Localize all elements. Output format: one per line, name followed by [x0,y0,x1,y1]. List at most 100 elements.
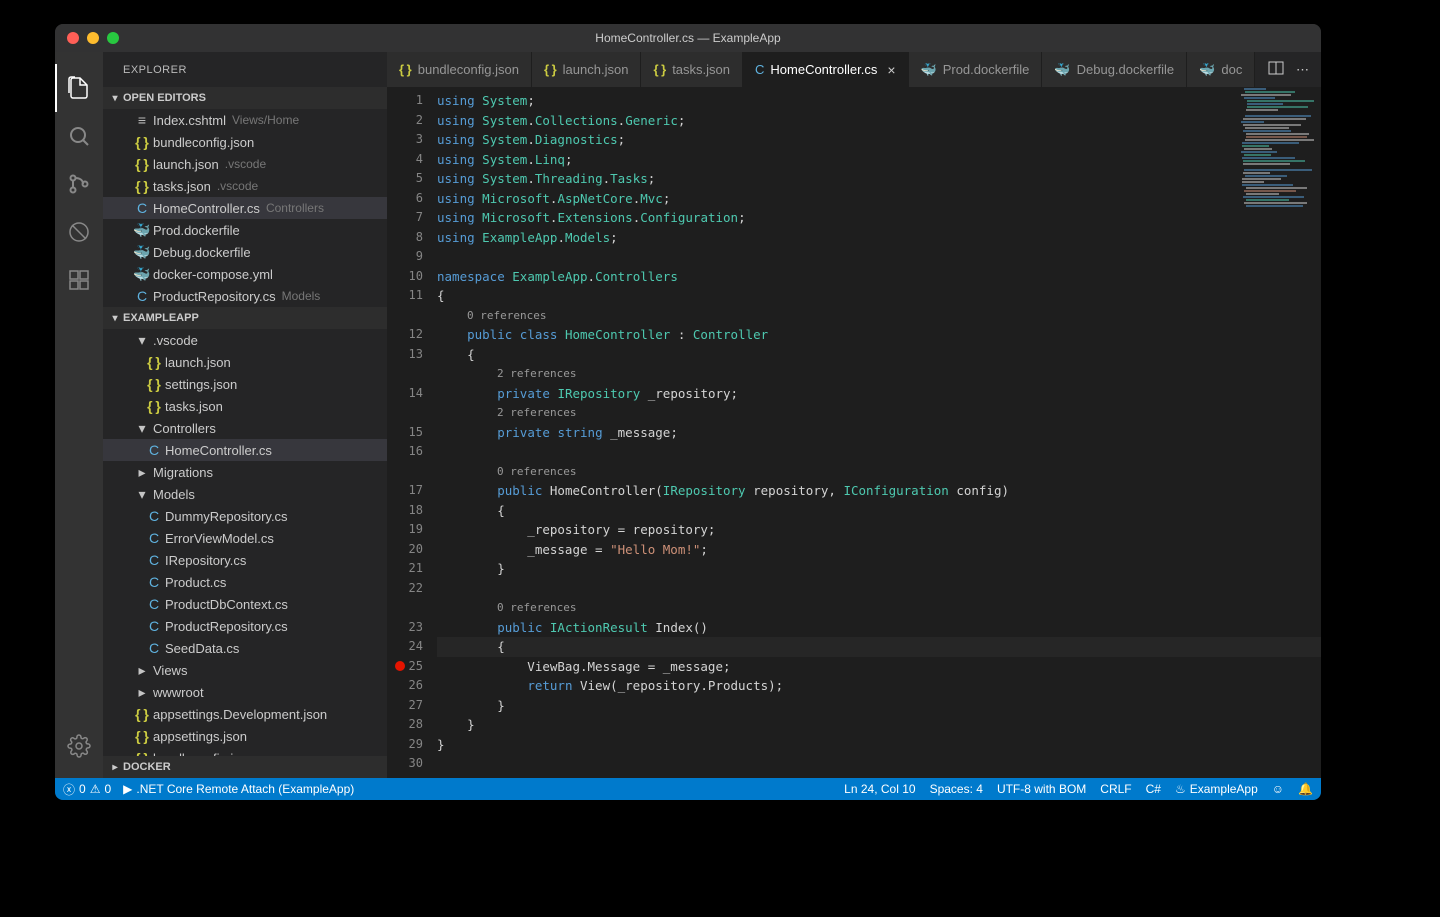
language-mode[interactable]: C# [1146,782,1161,796]
open-editor-item[interactable]: { }bundleconfig.json [103,131,387,153]
code-line[interactable]: using System.Diagnostics; [437,130,1321,150]
tree-item[interactable]: CSeedData.cs [103,637,387,659]
code-line[interactable]: private string _message; [437,423,1321,443]
debug-target[interactable]: ▶ .NET Core Remote Attach (ExampleApp) [123,782,354,796]
code-line[interactable]: public class HomeController : Controller [437,325,1321,345]
tree-item[interactable]: { }tasks.json [103,395,387,417]
tree-item[interactable]: ▸wwwroot [103,681,387,703]
open-editor-item[interactable]: ≡Index.cshtmlViews/Home [103,109,387,131]
search-icon[interactable] [55,112,103,160]
tree-item[interactable]: { }settings.json [103,373,387,395]
code-line[interactable]: } [437,715,1321,735]
tree-item[interactable]: ▸Views [103,659,387,681]
codelens[interactable]: 0 references [437,306,1321,326]
open-editor-item[interactable]: 🐳Prod.dockerfile [103,219,387,241]
code-line[interactable]: namespace ExampleApp.Controllers [437,267,1321,287]
maximize-window[interactable] [107,32,119,44]
code-line[interactable]: using System.Collections.Generic; [437,111,1321,131]
tree-item[interactable]: CDummyRepository.cs [103,505,387,527]
editor-body[interactable]: 1234567891011121314151617181920212223242… [387,87,1321,778]
code-line[interactable]: using Microsoft.Extensions.Configuration… [437,208,1321,228]
open-editor-item[interactable]: { }launch.json.vscode [103,153,387,175]
open-editor-item[interactable]: 🐳Debug.dockerfile [103,241,387,263]
editor-tab[interactable]: { }bundleconfig.json [387,52,532,87]
debug-icon[interactable] [55,208,103,256]
code-line[interactable] [437,579,1321,599]
tree-item[interactable]: ▾.vscode [103,329,387,351]
codelens[interactable]: 2 references [437,364,1321,384]
encoding[interactable]: UTF-8 with BOM [997,782,1086,796]
code-line[interactable]: return View(_repository.Products); [437,676,1321,696]
code-line[interactable]: public IActionResult Index() [437,618,1321,638]
codelens[interactable]: 2 references [437,403,1321,423]
code-line[interactable]: ViewBag.Message = _message; [437,657,1321,677]
editor-tab[interactable]: 🐳Debug.dockerfile [1042,52,1187,87]
open-editor-item[interactable]: 🐳docker-compose.yml [103,263,387,285]
tree-item[interactable]: CProductRepository.cs [103,615,387,637]
tree-item[interactable]: { }bundleconfig.json [103,747,387,756]
code-line[interactable] [437,754,1321,774]
source-control-icon[interactable] [55,160,103,208]
tree-item[interactable]: { }appsettings.json [103,725,387,747]
tree-item[interactable]: ▾Models [103,483,387,505]
editor-tab[interactable]: 🐳Prod.dockerfile [909,52,1043,87]
tree-item[interactable]: CErrorViewModel.cs [103,527,387,549]
editor-tab[interactable]: { }launch.json [532,52,642,87]
indentation[interactable]: Spaces: 4 [930,782,983,796]
project-name[interactable]: ♨ ExampleApp [1175,782,1258,796]
code-line[interactable] [437,442,1321,462]
minimap[interactable] [1241,87,1321,267]
feedback-icon[interactable]: ☺ [1272,782,1284,796]
close-icon[interactable]: × [887,62,895,78]
code-line[interactable]: { [437,345,1321,365]
breakpoint-icon[interactable] [395,661,405,671]
code-line[interactable]: using System; [437,91,1321,111]
notifications-icon[interactable]: 🔔 [1298,782,1313,796]
editor-tab[interactable]: 🐳doc [1187,52,1255,87]
code-line[interactable]: { [437,286,1321,306]
code-line[interactable]: using System.Linq; [437,150,1321,170]
cursor-position[interactable]: Ln 24, Col 10 [844,782,915,796]
docker-header[interactable]: ▸ DOCKER [103,756,387,778]
tree-item[interactable]: CProduct.cs [103,571,387,593]
code-line[interactable]: { [437,501,1321,521]
split-editor-icon[interactable] [1268,60,1284,79]
close-window[interactable] [67,32,79,44]
open-editors-header[interactable]: ▾ OPEN EDITORS [103,87,387,109]
open-editor-item[interactable]: { }tasks.json.vscode [103,175,387,197]
codelens[interactable]: 0 references [437,462,1321,482]
code-line[interactable]: } [437,735,1321,755]
code-line[interactable]: using Microsoft.AspNetCore.Mvc; [437,189,1321,209]
open-editor-item[interactable]: CProductRepository.csModels [103,285,387,307]
code-line[interactable]: { [437,637,1321,657]
code-line[interactable]: public HomeController(IRepository reposi… [437,481,1321,501]
project-header[interactable]: ▾ EXAMPLEAPP [103,307,387,329]
more-icon[interactable]: ⋯ [1296,62,1309,78]
tree-item[interactable]: CHomeController.cs [103,439,387,461]
tree-item[interactable]: ▸Migrations [103,461,387,483]
codelens[interactable]: 0 references [437,598,1321,618]
open-editor-item[interactable]: CHomeController.csControllers [103,197,387,219]
code-line[interactable]: using System.Threading.Tasks; [437,169,1321,189]
settings-gear-icon[interactable] [55,722,103,770]
tree-item[interactable]: ▾Controllers [103,417,387,439]
code-line[interactable]: } [437,696,1321,716]
extensions-icon[interactable] [55,256,103,304]
code-content[interactable]: using System;using System.Collections.Ge… [437,87,1321,778]
code-line[interactable]: _message = "Hello Mom!"; [437,540,1321,560]
explorer-icon[interactable] [55,64,103,112]
code-line[interactable]: } [437,559,1321,579]
editor-tab[interactable]: { }tasks.json [641,52,743,87]
tree-item[interactable]: CIRepository.cs [103,549,387,571]
tree-item[interactable]: { }appsettings.Development.json [103,703,387,725]
tree-item[interactable]: { }launch.json [103,351,387,373]
code-line[interactable]: using ExampleApp.Models; [437,228,1321,248]
minimize-window[interactable] [87,32,99,44]
tree-item[interactable]: CProductDbContext.cs [103,593,387,615]
code-line[interactable]: _repository = repository; [437,520,1321,540]
code-line[interactable] [437,247,1321,267]
code-line[interactable]: private IRepository _repository; [437,384,1321,404]
eol[interactable]: CRLF [1100,782,1131,796]
editor-tab[interactable]: CHomeController.cs× [743,52,909,87]
errors-count[interactable]: ⓧ0 ⚠0 [63,781,111,798]
